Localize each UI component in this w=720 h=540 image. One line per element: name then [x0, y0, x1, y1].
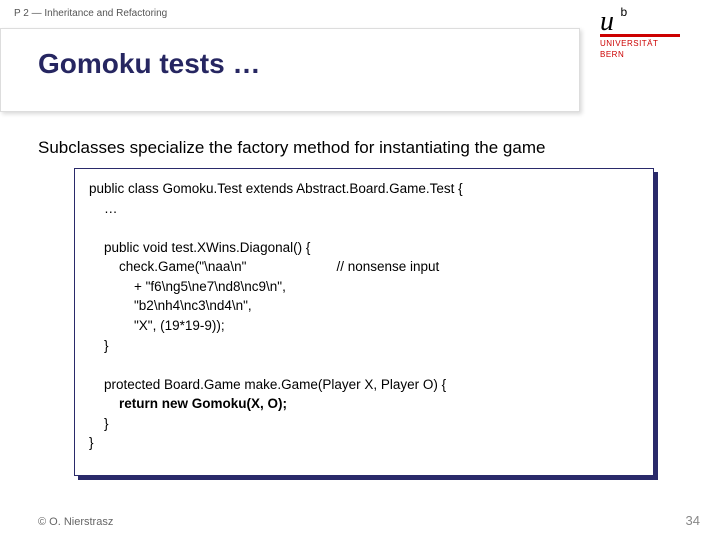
university-logo: u b UNIVERSITÄT BERN [600, 6, 700, 59]
code-line-bold: return new Gomoku(X, O); [89, 396, 287, 411]
code-box: public class Gomoku.Test extends Abstrac… [74, 168, 654, 476]
code-line: } [89, 435, 94, 450]
code-line: + "f6\ng5\ne7\nd8\nc9\n", [89, 279, 286, 294]
header-band: P 2 — Inheritance and Refactoring Gomoku… [0, 0, 720, 110]
slide-title: Gomoku tests … [38, 48, 260, 80]
code-line: "X", (19*19-9)); [89, 318, 225, 333]
logo-university-line2: BERN [600, 50, 700, 59]
code-line: public class Gomoku.Test extends Abstrac… [89, 181, 463, 196]
code-comment: // nonsense input [336, 259, 439, 274]
code-line: public void test.XWins.Diagonal() { [89, 240, 310, 255]
code-line: check.Game("\naa\n" [89, 259, 246, 274]
footer-copyright: © O. Nierstrasz [38, 516, 113, 528]
code-line: protected Board.Game make.Game(Player X,… [89, 377, 446, 392]
logo-letter-u: u [600, 6, 614, 37]
code-line: … [89, 201, 118, 216]
course-label: P 2 — Inheritance and Refactoring [14, 8, 167, 19]
code-line: } [89, 338, 109, 353]
subtitle: Subclasses specialize the factory method… [38, 138, 545, 158]
logo-university-line1: UNIVERSITÄT [600, 39, 700, 48]
code-line: } [89, 416, 109, 431]
page-number: 34 [686, 513, 700, 528]
logo-letter-b: b [620, 5, 627, 19]
code-line: "b2\nh4\nc3\nd4\n", [89, 298, 252, 313]
